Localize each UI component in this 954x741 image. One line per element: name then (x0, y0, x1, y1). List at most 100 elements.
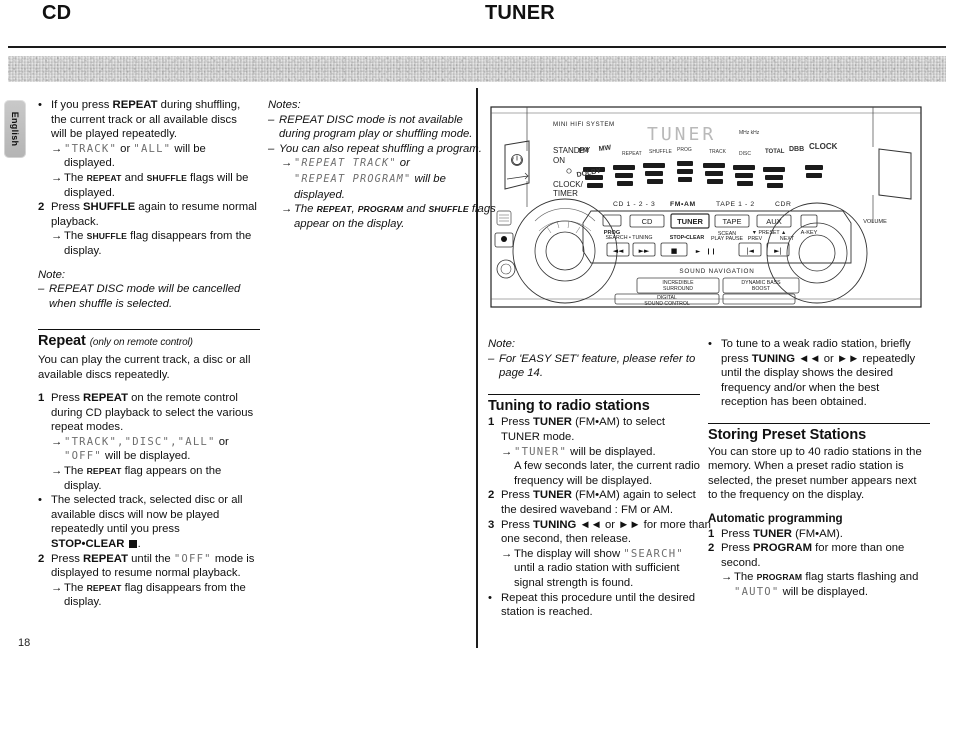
bullet-line4: frequency and/or when the best (721, 381, 880, 394)
arrow-line3: frequency will be displayed. (514, 474, 653, 487)
arrow-line2: until a radio station with sufficient (514, 562, 680, 575)
note-line1: You can also repeat shuffling a program. (279, 142, 482, 155)
preset-intro-line3: selected, the preset number appears next (708, 474, 917, 487)
flag-shuffle: SHUFFLE (86, 231, 127, 242)
flag-repeat: REPEAT (86, 466, 122, 477)
repeat-section-heading: Repeat (only on remote control) (38, 334, 260, 351)
tail-text: flag starts flashing and (802, 571, 919, 584)
svg-text:■: ■ (671, 247, 678, 255)
step-line3: repeat modes. (51, 421, 124, 434)
conj-or: or (117, 142, 134, 155)
svg-text:◄◄: ◄◄ (613, 247, 624, 255)
arrow-marker: → (51, 435, 63, 448)
heading-text: Repeat (38, 333, 86, 350)
cd-bullet-repeat-shuffling: • If you press REPEAT during shuffling, … (38, 99, 241, 141)
cd-column-left: • If you press REPEAT during shuffling, … (38, 98, 260, 610)
bullet-line2: station is reached. (501, 606, 593, 619)
rewind-icon: ◄◄ (798, 352, 821, 365)
svg-text:MHz kHz: MHz kHz (739, 130, 760, 136)
flag-program: PROGRAM (357, 204, 404, 215)
tuner-note-heading: Note: (488, 338, 516, 350)
button-tuner: TUNER (533, 416, 572, 429)
label-mini-hifi: MINI HIFI SYSTEM (553, 121, 615, 128)
repeat-section-rule (38, 329, 260, 331)
step-line2: second. (721, 556, 761, 569)
preset-intro-line2: memory. When a preset radio station is (708, 460, 904, 473)
step-number: 1 (488, 416, 495, 429)
tuner-column-right: • To tune to a weak radio station, brief… (708, 337, 930, 600)
tuner-arrow-search: → The display will show "SEARCH" until a… (488, 547, 700, 591)
step-line2: the desired waveband : FM or AM. (501, 503, 674, 516)
mid-text: until the (128, 552, 174, 565)
arrow-marker: → (51, 230, 63, 243)
arrow-line2: display. (64, 596, 102, 609)
cd-column-right: Notes: – REPEAT DISC mode is not availab… (268, 98, 496, 231)
button-program: PROGRAM (753, 542, 813, 555)
svg-text:TOTAL: TOTAL (765, 149, 785, 155)
lcd-track: "TRACK" (64, 142, 118, 155)
button-tuning: TUNING (751, 352, 796, 365)
step-number: 2 (38, 201, 45, 214)
forward-icon: ►► (618, 518, 641, 531)
tail-text: again to select (619, 489, 696, 502)
dash-marker: – (268, 113, 275, 126)
tuner-note-easy-set: – For 'EASY SET' feature, please refer t… (488, 352, 700, 381)
tail-text: repeatedly (859, 352, 916, 365)
svg-text:►: ► (696, 248, 701, 255)
cd-notes-heading: Notes: (268, 99, 301, 111)
tuner-column-left: Note: – For 'EASY SET' feature, please r… (488, 337, 711, 620)
lcd-all: "ALL" (133, 142, 172, 155)
step-line2: playback. (51, 215, 99, 228)
tail-text: will be displayed. (779, 585, 869, 598)
arrow-marker: → (721, 571, 733, 584)
svg-text:❙❙: ❙❙ (706, 248, 716, 255)
pre-text: Press (501, 416, 534, 429)
tail-text: will be displayed. (101, 450, 191, 463)
step-line2: displayed to resume normal playback. (51, 567, 241, 580)
preset-section-rule (708, 422, 930, 424)
bullet-line3: repeatedly until you press (51, 523, 180, 536)
cd-arrow-repeat-modes: → "TRACK","DISC","ALL" or "OFF" will be … (38, 435, 260, 464)
pre-text: Press (721, 527, 754, 540)
cd-note-arrow-repeat-program: → "REPEAT TRACK" or "REPEAT PROGRAM" wil… (268, 156, 478, 202)
lcd-search: "SEARCH" (623, 547, 684, 560)
tail-text: flag disappears from the (126, 230, 252, 243)
svg-text:PROG: PROG (677, 147, 692, 153)
tail-text: will be (411, 172, 446, 185)
button-tuner: TUNER (753, 527, 792, 540)
page-top-rule (8, 46, 946, 48)
bullet-line5: reception has been obtained. (721, 396, 867, 409)
tuner-step-3: 3 Press TUNING ◄◄ or ►► for more than on… (488, 518, 711, 547)
tail-text: to select (619, 416, 666, 429)
arrow-marker: → (51, 142, 63, 155)
conj-and: and (121, 171, 147, 184)
arrow-marker: → (51, 465, 63, 478)
arrow-line2: displayed. (64, 186, 115, 199)
arrow-marker: → (281, 203, 293, 216)
lcd-off: "OFF" (64, 450, 102, 463)
step-number: 2 (38, 552, 45, 565)
flag-repeat: REPEAT (86, 172, 122, 183)
svg-text:PREV: PREV (748, 236, 763, 242)
svg-text:CLOCK: CLOCK (809, 142, 838, 151)
tuner-bullet-weak-station: • To tune to a weak radio station, brief… (708, 337, 930, 410)
svg-text:CDR: CDR (775, 201, 792, 208)
pre-text: The (64, 230, 87, 243)
tuner-bullet-repeat-procedure: • Repeat this procedure until the desire… (488, 591, 700, 620)
pre-text: The (64, 465, 87, 478)
paren-text: (FM•AM) (571, 489, 620, 502)
svg-text:NEXT: NEXT (780, 236, 795, 242)
cd-note-arrow-flags-appear: → The REPEAT, PROGRAM and SHUFFLE flags … (268, 202, 496, 231)
bullet-line2: available discs will now be played (51, 508, 220, 521)
pre-text: Press (51, 392, 84, 405)
cd-step-1-repeat: 1 Press REPEAT on the remote control dur… (38, 391, 260, 435)
pre-text: The (64, 581, 87, 594)
svg-text:AUX: AUX (766, 217, 781, 226)
svg-text:SOUND CONTROL: SOUND CONTROL (644, 301, 690, 307)
svg-text:PLAY PAUSE: PLAY PAUSE (711, 236, 744, 242)
mini-hifi-front-panel-diagram: TUNER FM MW REPEAT SHUFFLE PROG TRACK DI… (487, 103, 925, 318)
arrow-marker: → (501, 445, 513, 458)
svg-text:BOOST: BOOST (752, 286, 771, 292)
tail-text: will be displayed. (567, 445, 656, 458)
flag-shuffle: SHUFFLE (428, 204, 469, 215)
